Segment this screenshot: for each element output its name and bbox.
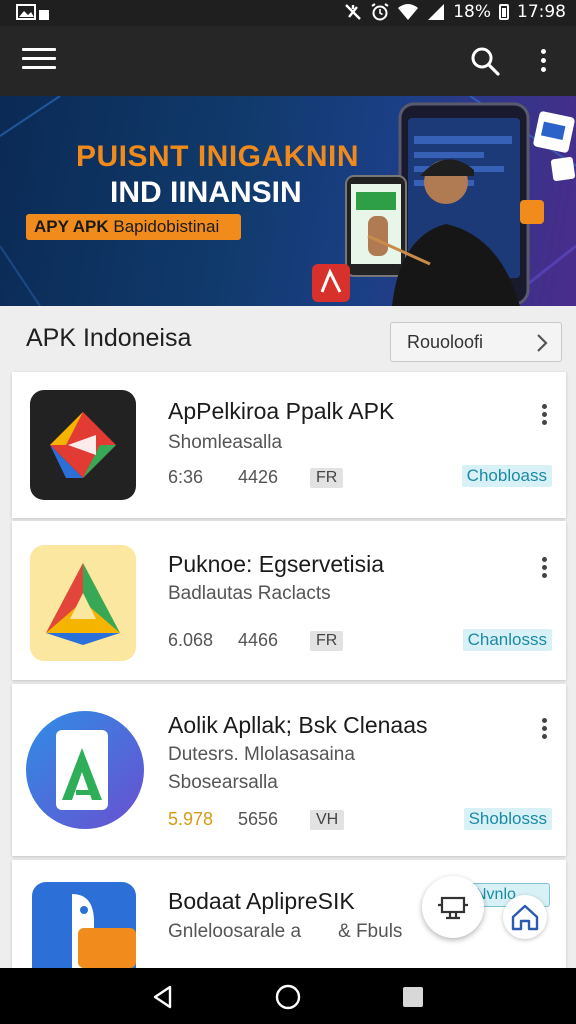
banner-headline-1: PUISNT INIGAKNIN <box>76 140 360 173</box>
app-title: Puknoe: Egservetisia <box>168 551 385 577</box>
system-nav-bar <box>0 968 576 1024</box>
banner-pill-bold: APY APK <box>34 217 109 236</box>
app-stat-b: 5656 <box>238 809 279 829</box>
status-bar: 18% 17:98 <box>0 0 576 26</box>
app-title: Bodaat AplipreSIK <box>168 888 355 914</box>
recents-icon[interactable] <box>398 982 428 1012</box>
banner-pill: APY APK Bapidobistinai <box>26 214 241 240</box>
home-shortcut-button[interactable] <box>503 895 547 939</box>
app-subtitle-2: & Fbuls <box>338 921 403 942</box>
cell-signal-icon <box>428 4 445 20</box>
list-item[interactable]: Aolik Apllak; Bsk Clenaas Dutesrs. Mlola… <box>12 684 566 856</box>
chevron-right-icon <box>537 334 548 352</box>
download-badge[interactable]: Chobloass <box>461 465 552 487</box>
app-stat-a: 6.068 <box>168 630 214 650</box>
app-subtitle: Shomleasalla <box>168 432 283 453</box>
card-more-icon[interactable] <box>540 718 548 740</box>
search-icon[interactable] <box>470 46 500 76</box>
gallery-notification-icon <box>16 4 49 20</box>
clock: 17:98 <box>517 2 566 22</box>
cast-icon <box>438 896 468 920</box>
app-stat-b: 4466 <box>238 630 279 650</box>
battery-percent: 18% <box>453 2 491 22</box>
app-stats: 6:36 4426 FR <box>168 467 344 488</box>
app-icon-3 <box>26 711 144 829</box>
status-right: 18% 17:98 <box>343 2 566 22</box>
app-subtitle: Dutesrs. Mlolasasaina <box>168 744 355 765</box>
list-item[interactable]: Puknoe: Egservetisia Badlautas Raclacts … <box>12 521 566 680</box>
battery-icon <box>499 4 509 20</box>
app-stat-b: 4426 <box>238 467 279 487</box>
app-tag: FR <box>310 630 344 651</box>
app-stat-a: 5.978 <box>168 809 214 829</box>
menu-icon[interactable] <box>22 48 56 74</box>
section-button-label: Rouoloofi <box>407 332 484 352</box>
wifi-icon <box>398 4 419 20</box>
banner-pill-text: Bapidobistinai <box>113 217 220 236</box>
download-badge[interactable]: Chanlosss <box>462 629 552 651</box>
section-more-button[interactable]: Rouoloofi <box>390 322 562 362</box>
app-tag: VH <box>310 809 345 830</box>
app-title: ApPelkiroa Ppalk APK <box>168 398 395 424</box>
status-left <box>16 2 52 22</box>
card-more-icon[interactable] <box>540 404 548 426</box>
back-icon[interactable] <box>148 982 178 1012</box>
home-icon <box>511 904 539 931</box>
list-item[interactable]: ApPelkiroa Ppalk APK Shomleasalla 6:36 4… <box>12 372 566 518</box>
card-more-icon[interactable] <box>540 557 548 579</box>
circle-home-icon[interactable] <box>273 982 303 1012</box>
alarm-icon <box>371 3 389 21</box>
more-vert-icon[interactable] <box>532 46 554 76</box>
cast-button[interactable] <box>422 876 484 938</box>
download-badge[interactable]: Shoblosss <box>463 808 552 830</box>
app-subtitle: Badlautas Raclacts <box>168 583 331 604</box>
app-subtitle-2: Sbosearsalla <box>168 772 278 793</box>
app-tag: FR <box>310 467 344 488</box>
promo-banner[interactable]: PUISNT INIGAKNIN IND IINANSIN APY APK Ba… <box>0 96 576 306</box>
app-stats: 6.068 4466 FR <box>168 630 344 651</box>
section-title: APK Indoneisa <box>26 324 192 352</box>
no-signal-icon <box>345 4 362 20</box>
app-bar <box>0 26 576 96</box>
banner-headline-2: IND IINANSIN <box>110 176 302 209</box>
app-subtitle: Gnleloosarale a <box>168 921 302 942</box>
app-icon-4 <box>32 882 136 968</box>
app-icon-1 <box>30 390 136 500</box>
app-stats: 5.978 5656 VH <box>168 809 345 830</box>
app-stat-a: 6:36 <box>168 467 204 487</box>
app-title: Aolik Apllak; Bsk Clenaas <box>168 712 428 738</box>
app-icon-2 <box>30 545 136 661</box>
